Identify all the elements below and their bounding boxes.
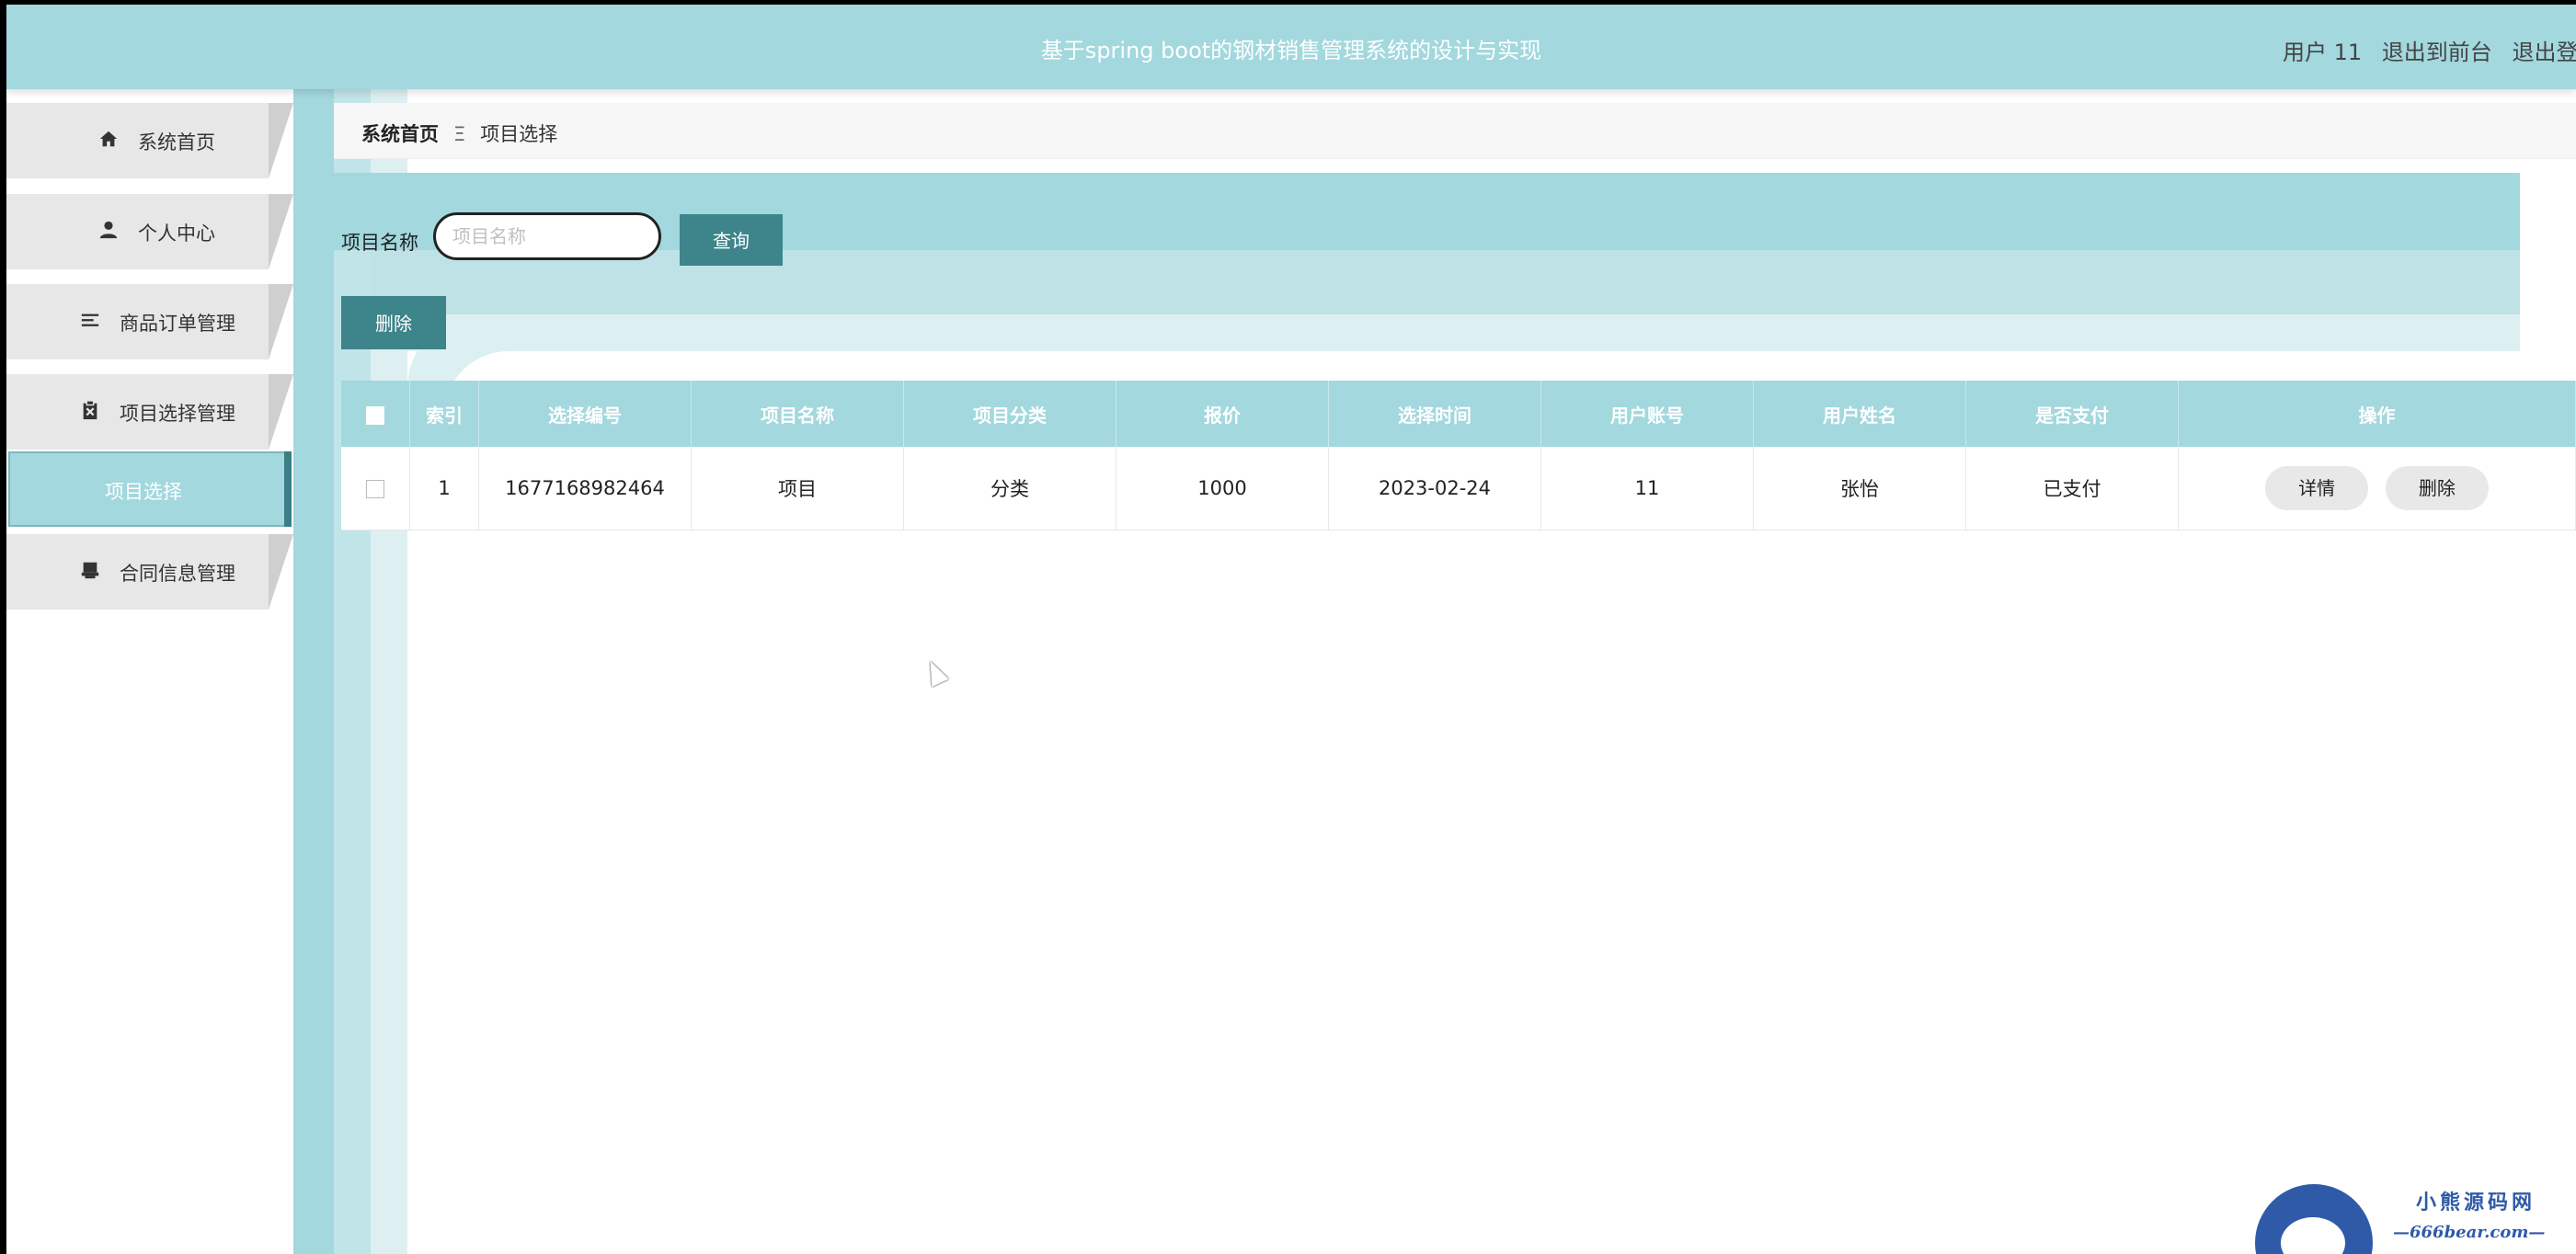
app-window: 基于spring boot的钢材销售管理系统的设计与实现 用户 11 退出到前台… [6,5,2576,1254]
row-delete-button[interactable]: 删除 [2385,466,2489,510]
cell-index: 1 [409,447,479,530]
cell-project-name: 项目 [691,447,904,530]
user-label: 用户 11 [2283,40,2363,65]
column-header: 项目名称 [691,381,904,447]
cell-category: 分类 [903,447,1116,530]
select-all-checkbox[interactable] [366,405,384,425]
row-checkbox[interactable] [366,480,384,498]
cell-select-time: 2023-02-24 [1328,447,1541,530]
cell-price: 1000 [1116,447,1329,530]
sidebar-item-label: 合同信息管理 [120,563,235,585]
sidebar-item-personal-center[interactable]: 个人中心 [6,194,293,269]
column-header: 项目分类 [903,381,1116,447]
watermark-logo: 小熊源码网 —666bear.com— [2255,1177,2568,1254]
search-button[interactable]: 查询 [680,214,783,266]
sidebar-item-contract-management[interactable]: 合同信息管理 [6,534,293,610]
sidebar-item-project-selection-management[interactable]: 项目选择管理 [6,374,293,450]
sidebar-item-home[interactable]: 系统首页 [6,103,293,178]
search-input[interactable] [433,212,661,260]
breadcrumb-home[interactable]: 系统首页 [361,123,439,145]
column-header: 报价 [1116,381,1329,447]
data-table: 索引 选择编号 项目名称 项目分类 报价 选择时间 用户账号 用户姓名 是否支付… [341,381,2576,530]
person-icon [99,221,118,239]
main-content: 系统首页 Ξ 项目选择 项目名称 查询 删除 索引 选择编号 项目名称 项目分类 报… [293,89,2576,1254]
detail-button[interactable]: 详情 [2265,466,2369,510]
cell-paid: 已支付 [1965,447,2179,530]
batch-delete-button[interactable]: 删除 [341,296,446,349]
list-icon [81,314,99,326]
sidebar-item-order-management[interactable]: 商品订单管理 [6,284,293,359]
breadcrumb-current: 项目选择 [480,123,558,145]
clipboard-icon [83,400,97,420]
column-header: 索引 [409,381,479,447]
column-header: 操作 [2178,381,2576,447]
sidebar-subitem-project-selection[interactable]: 项目选择 [6,451,293,527]
cell-name: 张怡 [1753,447,1966,530]
bear-logo-icon [2255,1184,2373,1254]
logout-link[interactable]: 退出登录 [2512,40,2576,65]
cell-select-no: 1677168982464 [478,447,692,530]
printer-icon [81,562,99,579]
watermark-url: —666bear.com— [2393,1223,2546,1242]
sidebar: 系统首页 个人中心 商品订单管理 项目选择管理 项目选择 合同信息管理 [6,89,293,1254]
header-user-area: 用户 11 退出到前台 退出登录 [2283,34,2576,66]
table-header-row: 索引 选择编号 项目名称 项目分类 报价 选择时间 用户账号 用户姓名 是否支付… [341,381,2576,447]
home-icon [99,131,118,147]
cell-actions: 详情 删除 [2178,447,2576,530]
sidebar-item-label: 项目选择管理 [120,403,235,425]
column-header: 选择时间 [1328,381,1541,447]
sidebar-subitem-label: 项目选择 [105,481,182,503]
breadcrumb: 系统首页 Ξ 项目选择 [334,103,2576,159]
column-header: 用户账号 [1540,381,1754,447]
column-header: 用户姓名 [1753,381,1966,447]
top-header: 基于spring boot的钢材销售管理系统的设计与实现 用户 11 退出到前台… [6,5,2576,89]
table-row: 1 1677168982464 项目 分类 1000 2023-02-24 11… [341,447,2576,530]
watermark-title: 小熊源码网 [2416,1191,2536,1214]
select-all-header[interactable] [341,381,410,447]
exit-to-front-link[interactable]: 退出到前台 [2382,40,2492,65]
sidebar-item-label: 个人中心 [138,222,215,245]
column-header: 是否支付 [1965,381,2179,447]
cell-account: 11 [1540,447,1754,530]
column-header: 选择编号 [478,381,692,447]
sidebar-item-label: 商品订单管理 [120,313,235,335]
sidebar-item-label: 系统首页 [138,131,215,154]
search-label: 项目名称 [341,232,418,254]
breadcrumb-separator: Ξ [453,123,466,145]
app-title: 基于spring boot的钢材销售管理系统的设计与实现 [1040,38,1542,63]
